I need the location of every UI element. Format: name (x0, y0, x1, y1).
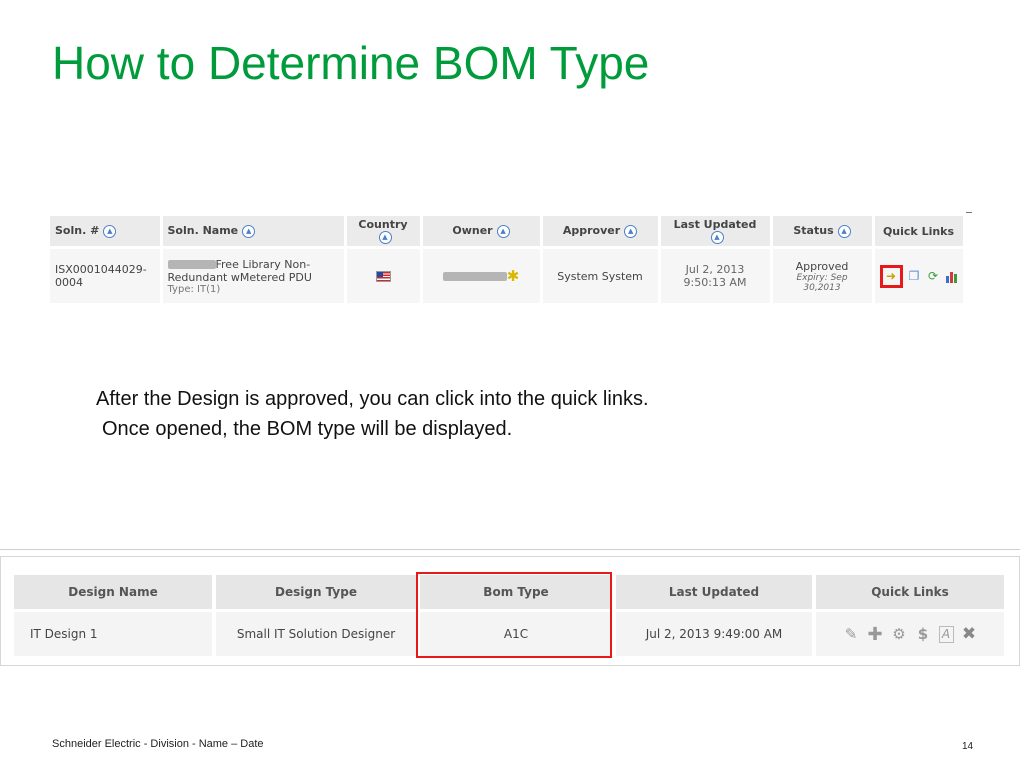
instruction-line-2: Once opened, the BOM type will be displa… (102, 418, 513, 440)
sort-icon[interactable]: ▲ (837, 224, 851, 238)
design-table: Design Name Design Type Bom Type Last Up… (14, 575, 1008, 656)
sort-icon[interactable]: ▲ (496, 224, 510, 238)
edit-icon[interactable]: ✎ (843, 625, 860, 643)
status-cell: Approved Expiry: Sep 30,2013 (771, 246, 875, 303)
quick-links-cell: ➜ ❐ ⟳ (873, 246, 966, 303)
soln-name[interactable]: Free Library Non- Redundant wMetered PDU… (161, 246, 347, 303)
sort-icon[interactable]: ▲ (624, 224, 638, 238)
instructions: After the Design is approved, you can cl… (96, 384, 649, 444)
font-icon[interactable]: A (938, 625, 954, 643)
sort-icon[interactable]: ▲ (710, 231, 724, 245)
sort-icon[interactable]: ▲ (103, 224, 117, 238)
divider-tick (966, 212, 972, 213)
design-panel: Design Name Design Type Bom Type Last Up… (0, 556, 1020, 666)
table-row[interactable]: IT Design 1 Small IT Solution Designer A… (14, 609, 1008, 656)
last-updated: Jul 2, 2013 9:50:13 AM (659, 246, 773, 303)
table-row[interactable]: ISX0001044029-0004 Free Library Non- Red… (50, 246, 966, 303)
col-header-design-name[interactable]: Design Name (14, 575, 216, 611)
bom-type: A1C (418, 609, 616, 656)
col-header-design-type[interactable]: Design Type (214, 575, 420, 611)
chart-icon[interactable] (945, 270, 960, 283)
quick-links-cell: ✎ ✚ ⚙ $ A ✖ (814, 609, 1008, 656)
col-header-status[interactable]: Status ▲ (771, 216, 875, 248)
page-number: 14 (962, 741, 974, 752)
last-updated: Jul 2, 2013 9:49:00 AM (614, 609, 816, 656)
solutions-table: Soln. # ▲ Soln. Name ▲ Country▲ Owner ▲ App… (50, 216, 966, 303)
soln-type: Type: IT(1) (167, 283, 221, 295)
sort-icon[interactable]: ▲ (378, 231, 392, 245)
add-icon[interactable]: ✚ (867, 625, 884, 643)
soln-number[interactable]: ISX0001044029-0004 (50, 246, 163, 303)
open-arrow-icon[interactable]: ➜ (884, 269, 899, 284)
highlight-box: ➜ (879, 264, 903, 288)
divider (0, 549, 1020, 550)
solutions-header-row: Soln. # ▲ Soln. Name ▲ Country▲ Owner ▲ App… (50, 216, 966, 248)
us-flag-icon (375, 271, 391, 282)
owner-cell: ✱ (421, 246, 543, 303)
col-header-soln-name[interactable]: Soln. Name ▲ (161, 216, 347, 248)
design-name[interactable]: IT Design 1 (14, 609, 216, 656)
gear-icon[interactable]: ⚙ (891, 625, 908, 643)
country-cell (345, 246, 423, 303)
col-header-last-updated[interactable]: Last Updated (614, 575, 816, 611)
col-header-quick-links: Quick Links (814, 575, 1008, 611)
sort-icon[interactable]: ▲ (242, 224, 256, 238)
col-header-quick-links: Quick Links (873, 216, 966, 248)
expiry-date: Expiry: Sep 30,2013 (796, 272, 848, 293)
footer-text: Schneider Electric - Division - Name – D… (52, 738, 264, 750)
col-header-owner[interactable]: Owner ▲ (421, 216, 543, 248)
instruction-line-1: After the Design is approved, you can cl… (96, 388, 649, 410)
col-header-approver[interactable]: Approver ▲ (541, 216, 661, 248)
approver: System System (541, 246, 661, 303)
refresh-icon[interactable]: ⟳ (926, 269, 941, 284)
status-text: Approved (795, 259, 849, 273)
design-header-row: Design Name Design Type Bom Type Last Up… (14, 575, 1008, 611)
design-type: Small IT Solution Designer (214, 609, 420, 656)
col-header-bom-type[interactable]: Bom Type (418, 575, 616, 611)
dollar-icon[interactable]: $ (915, 625, 932, 643)
redacted-text (167, 260, 216, 269)
redacted-owner (442, 271, 507, 281)
star-icon: ✱ (506, 267, 520, 285)
col-header-last-updated[interactable]: Last Updated▲ (659, 216, 773, 248)
close-icon[interactable]: ✖ (961, 625, 978, 643)
col-header-country[interactable]: Country▲ (345, 216, 423, 248)
col-header-soln-number[interactable]: Soln. # ▲ (50, 216, 163, 248)
copy-icon[interactable]: ❐ (907, 269, 922, 284)
slide-title: How to Determine BOM Type (52, 37, 650, 89)
